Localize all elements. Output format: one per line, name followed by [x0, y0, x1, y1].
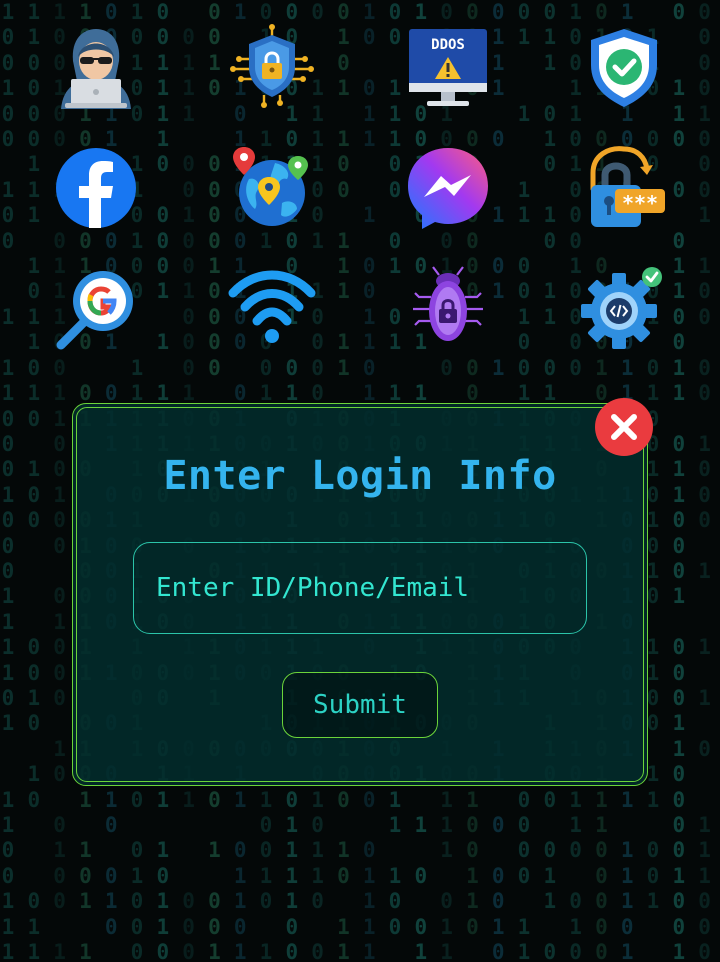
submit-button[interactable]: Submit	[282, 672, 438, 738]
ddos-monitor-icon[interactable]: DDOS	[403, 23, 493, 113]
globe-location-pins-icon[interactable]	[227, 143, 317, 233]
wifi-icon[interactable]	[227, 263, 317, 353]
password-mask-label: ***	[622, 191, 658, 215]
close-button[interactable]	[595, 398, 653, 456]
bug-lock-icon[interactable]	[403, 263, 493, 353]
hacker-icon[interactable]	[51, 23, 141, 113]
code-gear-check-icon[interactable]	[579, 263, 669, 353]
shield-check-icon[interactable]	[579, 23, 669, 113]
cyber-security-chip-icon[interactable]	[227, 23, 317, 113]
icon-grid: DDOS ***	[0, 0, 720, 360]
password-lock-icon[interactable]: ***	[579, 143, 669, 233]
google-search-icon[interactable]	[51, 263, 141, 353]
facebook-icon[interactable]	[51, 143, 141, 233]
ddos-label: DDOS	[431, 37, 465, 53]
messenger-icon[interactable]	[403, 143, 493, 233]
close-icon	[611, 414, 637, 440]
login-title: Enter Login Info	[163, 453, 557, 499]
login-id-input[interactable]	[133, 542, 587, 634]
